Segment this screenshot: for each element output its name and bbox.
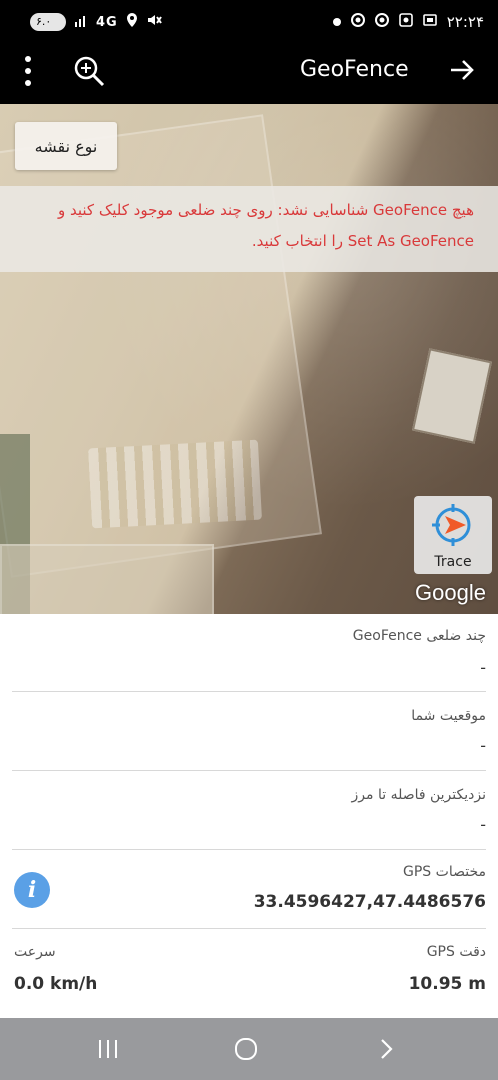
- status-pill: ۶.۰: [30, 13, 66, 31]
- distance-label: نزدیکترین فاصله تا مرز: [351, 787, 486, 803]
- distance-value: -: [480, 815, 486, 834]
- location-row: موقعیت شما -: [12, 692, 486, 771]
- location-icon: [126, 12, 138, 32]
- screen-record-icon: [398, 13, 413, 31]
- app-bar: GeoFence: [0, 42, 498, 104]
- geofence-label: چند ضلعی GeoFence: [352, 628, 486, 644]
- chrome-icon-2: [374, 13, 389, 31]
- trace-label: Trace: [434, 554, 472, 570]
- clock: ۲۲:۲۴: [446, 13, 484, 31]
- info-panel: چند ضلعی GeoFence - موقعیت شما - نزدیکتر…: [0, 614, 498, 1018]
- gps-coords-value: 33.4596427,47.4486576: [253, 892, 486, 912]
- app-title: GeoFence: [300, 57, 409, 82]
- google-attribution: Google: [415, 580, 486, 605]
- status-pill-text: ۶.۰: [36, 15, 52, 28]
- distance-row: نزدیکترین فاصله تا مرز -: [12, 771, 486, 850]
- back-icon[interactable]: [366, 1034, 406, 1064]
- notice-line-2: Set As GeoFence را انتخاب کنید.: [251, 232, 474, 250]
- map-field-south: [0, 544, 214, 614]
- notice-line-1: هیچ GeoFence شناسایی نشد: روی چند ضلعی م…: [57, 201, 474, 219]
- gps-coords-row: i مختصات GPS 33.4596427,47.4486576: [12, 850, 486, 929]
- speed-accuracy-row: سرعت 0.0 km/h دقت GPS 10.95 m: [12, 930, 486, 1018]
- status-bar: ۶.۰ 4G ۲۲:۲۴: [0, 0, 498, 42]
- zoom-in-icon[interactable]: [72, 54, 106, 88]
- trace-button[interactable]: Trace: [414, 496, 492, 574]
- map-crop-rows: [88, 439, 262, 529]
- more-vert-icon[interactable]: [18, 56, 38, 86]
- status-right: ۲۲:۲۴: [332, 11, 484, 33]
- compass-target-icon: [430, 502, 476, 552]
- home-icon[interactable]: [226, 1034, 266, 1064]
- info-icon[interactable]: i: [14, 872, 50, 908]
- recent-apps-icon[interactable]: [88, 1034, 128, 1064]
- mute-icon: [146, 12, 162, 32]
- geofence-row: چند ضلعی GeoFence -: [12, 614, 486, 692]
- gps-coords-label: مختصات GPS: [403, 864, 486, 880]
- notification-dot-icon: [332, 18, 341, 26]
- chrome-icon: [350, 13, 365, 31]
- location-value: -: [480, 736, 486, 755]
- system-nav-bar: [0, 1018, 498, 1080]
- signal-bars-icon: [74, 13, 88, 32]
- screenshot-icon: [422, 13, 437, 31]
- speed-value: 0.0 km/h: [14, 974, 98, 994]
- geofence-value: -: [480, 658, 486, 677]
- arrow-right-icon[interactable]: [448, 56, 476, 84]
- speed-label: سرعت: [14, 944, 56, 960]
- map-type-button[interactable]: نوع نقشه: [15, 122, 117, 170]
- geofence-notice: هیچ GeoFence شناسایی نشد: روی چند ضلعی م…: [0, 186, 498, 272]
- gps-accuracy-value: 10.95 m: [408, 974, 486, 994]
- location-label: موقعیت شما: [411, 708, 486, 724]
- satellite-map[interactable]: نوع نقشه هیچ GeoFence شناسایی نشد: روی چ…: [0, 104, 498, 614]
- network-type: 4G: [96, 14, 118, 30]
- map-building: [411, 348, 493, 444]
- gps-accuracy-label: دقت GPS: [426, 944, 486, 960]
- status-left: ۶.۰ 4G: [30, 11, 162, 33]
